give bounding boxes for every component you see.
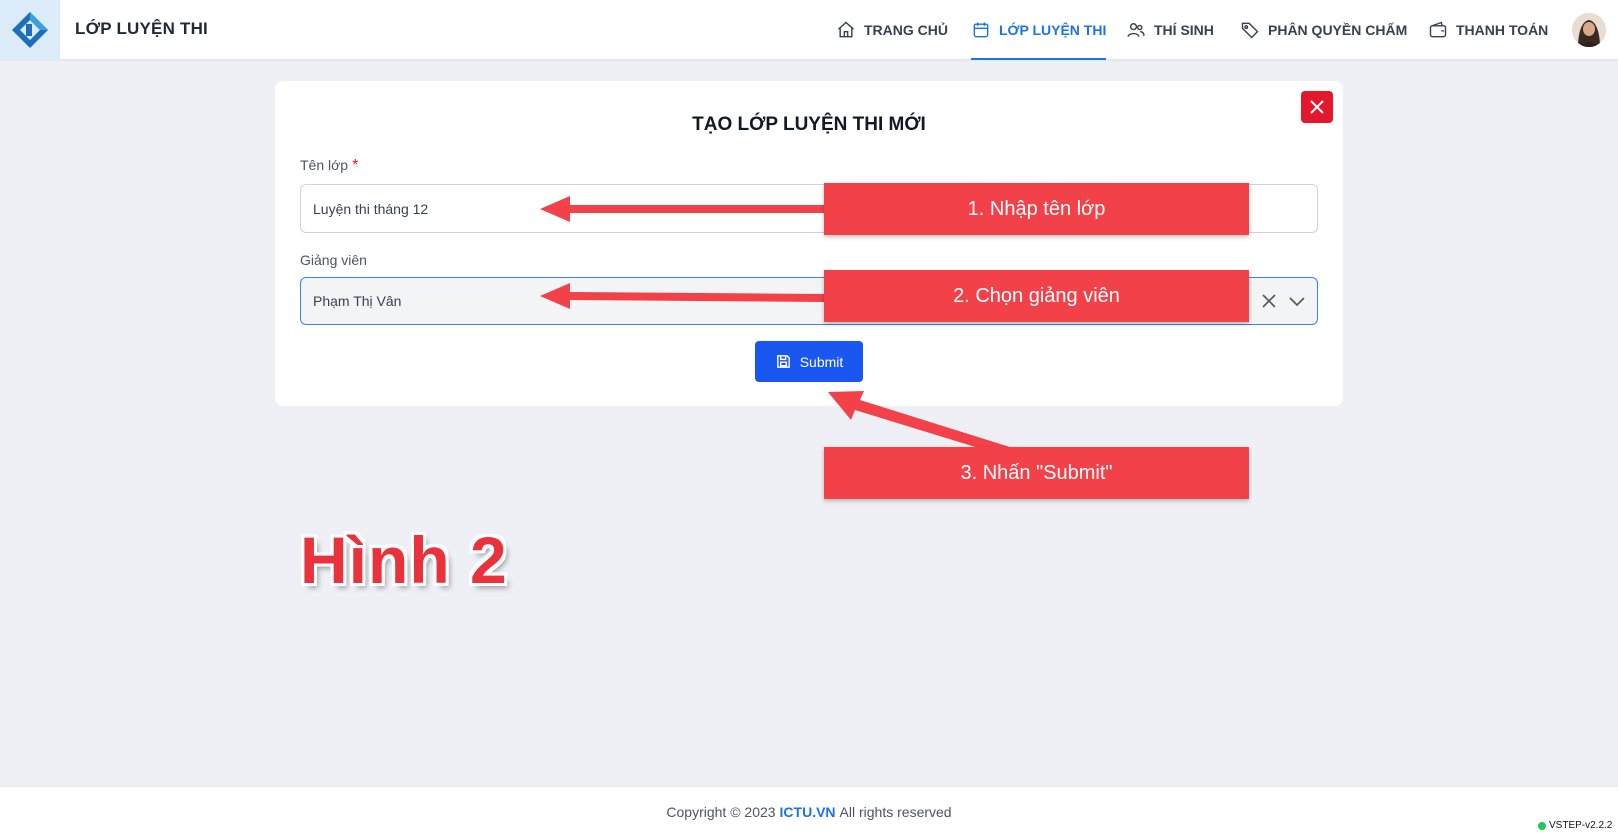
logo-icon bbox=[12, 12, 48, 48]
figure-label: Hình 2 bbox=[300, 523, 508, 597]
nav-item-trang-chu[interactable]: TRANG CHỦ bbox=[836, 0, 948, 60]
clear-icon[interactable] bbox=[1261, 293, 1277, 314]
top-header: LỚP LUYỆN THI TRANG CHỦ LỚP LUYỆN THI TH… bbox=[0, 0, 1618, 60]
rights-text: All rights reserved bbox=[839, 803, 952, 820]
class-name-label: Tên lớp * bbox=[300, 157, 358, 175]
callout-step-1: 1. Nhập tên lớp bbox=[824, 183, 1249, 235]
footer: Copyright © 2023 ICTU.VN All rights rese… bbox=[0, 786, 1618, 836]
class-name-value: Luyện thi tháng 12 bbox=[313, 200, 429, 217]
calendar-icon bbox=[973, 22, 989, 38]
nav-label: PHÂN QUYỀN CHẤM bbox=[1268, 22, 1408, 38]
version-text: VSTEP-v2.2.2 bbox=[1549, 820, 1613, 831]
save-icon bbox=[776, 355, 790, 368]
form-title: TẠO LỚP LUYỆN THI MỚI bbox=[692, 114, 926, 135]
submit-button[interactable]: Submit bbox=[755, 341, 863, 382]
avatar-icon bbox=[1572, 13, 1606, 47]
user-avatar[interactable] bbox=[1572, 13, 1606, 47]
teacher-value: Phạm Thị Vân bbox=[313, 293, 402, 309]
callout-step-3: 3. Nhấn "Submit" bbox=[824, 447, 1249, 499]
tag-icon bbox=[1241, 22, 1259, 39]
users-icon bbox=[1127, 23, 1145, 37]
chevron-down-icon[interactable] bbox=[1288, 293, 1306, 314]
status-dot-icon bbox=[1538, 821, 1546, 830]
home-icon bbox=[838, 21, 854, 38]
wallet-icon bbox=[1429, 21, 1447, 38]
nav-label: THANH TOÁN bbox=[1456, 22, 1549, 38]
required-mark: * bbox=[352, 157, 359, 174]
nav-item-phan-quyen-cham[interactable]: PHÂN QUYỀN CHẤM bbox=[1240, 0, 1407, 60]
version-badge: VSTEP-v2.2.2 bbox=[1538, 820, 1612, 831]
callout-step-2: 2. Chọn giảng viên bbox=[824, 270, 1249, 322]
nav-label: LỚP LUYỆN THI bbox=[999, 22, 1107, 38]
teacher-label: Giảng viên bbox=[300, 252, 367, 268]
copyright-text: Copyright © 2023 bbox=[666, 803, 776, 820]
class-name-label-text: Tên lớp bbox=[300, 157, 349, 173]
submit-label: Submit bbox=[799, 353, 844, 370]
nav-label: TRANG CHỦ bbox=[864, 22, 948, 38]
app-title: LỚP LUYỆN THI bbox=[75, 19, 208, 38]
nav-item-thanh-toan[interactable]: THANH TOÁN bbox=[1428, 0, 1548, 60]
brand-link[interactable]: ICTU.VN bbox=[780, 804, 836, 820]
nav-item-lop-luyen-thi[interactable]: LỚP LUYỆN THI bbox=[971, 0, 1107, 60]
nav-label: THÍ SINH bbox=[1154, 22, 1214, 38]
logo[interactable] bbox=[0, 0, 60, 60]
close-icon bbox=[1310, 100, 1324, 114]
nav-item-thi-sinh[interactable]: THÍ SINH bbox=[1126, 0, 1214, 60]
